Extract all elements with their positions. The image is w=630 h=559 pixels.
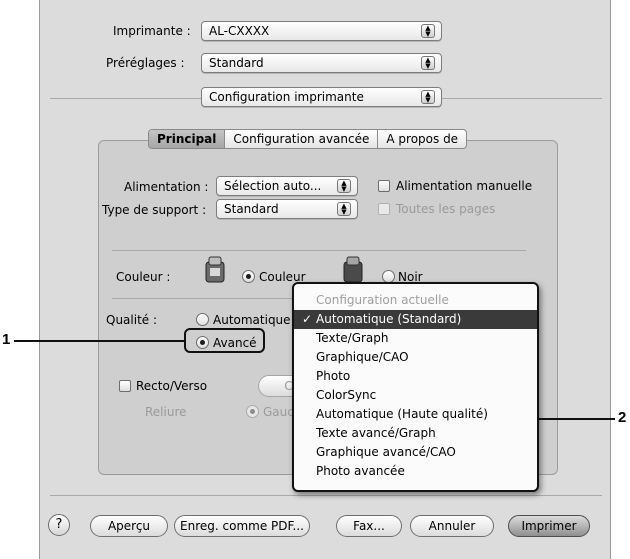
popup-arrows-icon: ▲ ▼	[337, 202, 351, 216]
separator	[50, 495, 602, 496]
all-pages-label: Toutes les pages	[396, 202, 496, 216]
color-cartridge-icon	[205, 256, 225, 283]
tab-about[interactable]: A propos de	[378, 130, 466, 148]
manual-feed-checkbox[interactable]	[378, 180, 390, 192]
all-pages-checkbox[interactable]	[378, 203, 390, 215]
media-popup[interactable]: Standard ▲ ▼	[216, 199, 358, 219]
menu-item-label: Automatique (Haute qualité)	[316, 407, 488, 421]
menu-item-label: Photo avancée	[316, 464, 405, 478]
tab-bar: Principal Configuration avancée A propos…	[148, 129, 468, 149]
menu-item-label: ColorSync	[316, 388, 377, 402]
save-as-pdf-button[interactable]: Enreg. comme PDF...	[174, 515, 310, 537]
menu-item-graphic-cad-advanced[interactable]: Graphique avancé/CAO	[294, 443, 537, 462]
binding-label: Reliure	[145, 405, 187, 419]
preview-button[interactable]: Aperçu	[90, 515, 168, 537]
quality-automatic-radio[interactable]	[196, 313, 209, 326]
menu-item-label: Photo	[316, 369, 351, 383]
color-radio[interactable]	[242, 270, 255, 283]
color-label: Couleur :	[116, 270, 171, 284]
callout-line-1	[14, 340, 184, 342]
feed-popup[interactable]: Sélection auto... ▲ ▼	[216, 176, 358, 196]
tab-advanced-settings[interactable]: Configuration avancée	[225, 130, 379, 148]
quality-label: Qualité :	[106, 313, 158, 327]
callout-line-2	[539, 418, 615, 420]
fax-button[interactable]: Fax...	[336, 515, 402, 537]
menu-item-label: Automatique (Standard)	[316, 312, 462, 326]
media-label: Type de support :	[102, 203, 207, 217]
popup-arrows-icon: ▲ ▼	[421, 24, 435, 38]
pane-value: Configuration imprimante	[209, 90, 364, 104]
feed-label: Alimentation :	[124, 180, 209, 194]
menu-item-photo[interactable]: Photo	[294, 367, 537, 386]
printer-label: Imprimante :	[113, 24, 191, 38]
popup-arrows-icon: ▲ ▼	[337, 179, 351, 193]
separator	[112, 250, 526, 251]
printer-value: AL-CXXXX	[209, 24, 270, 38]
quality-automatic-label: Automatique	[213, 313, 291, 327]
printer-popup[interactable]: AL-CXXXX ▲ ▼	[201, 21, 442, 41]
duplex-checkbox[interactable]	[119, 380, 131, 392]
manual-feed-label: Alimentation manuelle	[396, 179, 533, 193]
menu-item-text-graph[interactable]: Texte/Graph	[294, 329, 537, 348]
media-value: Standard	[224, 202, 279, 216]
cancel-button[interactable]: Annuler	[410, 515, 494, 537]
presets-label: Préréglages :	[106, 56, 185, 70]
menu-item-auto-high-quality[interactable]: Automatique (Haute qualité)	[294, 405, 537, 424]
tab-principal[interactable]: Principal	[149, 130, 226, 148]
popup-arrows-icon: ▲ ▼	[421, 56, 435, 70]
presets-popup[interactable]: Standard ▲ ▼	[201, 53, 442, 73]
checkmark-icon: ✓	[302, 312, 313, 326]
menu-item-label: Graphique/CAO	[316, 350, 409, 364]
duplex-label: Recto/Verso	[136, 379, 208, 393]
menu-item-label: Texte/Graph	[316, 331, 389, 345]
menu-item-graphic-cad[interactable]: Graphique/CAO	[294, 348, 537, 367]
menu-item-label: Texte avancé/Graph	[316, 426, 436, 440]
menu-item-current-config: Configuration actuelle	[294, 291, 537, 310]
menu-item-auto-standard[interactable]: ✓ Automatique (Standard)	[294, 310, 537, 329]
popup-arrows-icon: ▲ ▼	[421, 90, 435, 104]
presets-value: Standard	[209, 56, 264, 70]
quality-menu: Configuration actuelle ✓ Automatique (St…	[292, 282, 539, 492]
pane-popup[interactable]: Configuration imprimante ▲ ▼	[201, 87, 442, 107]
black-cartridge-icon	[343, 256, 363, 283]
menu-item-label: Configuration actuelle	[316, 293, 449, 307]
help-button[interactable]: ?	[48, 514, 70, 536]
menu-item-text-graph-advanced[interactable]: Texte avancé/Graph	[294, 424, 537, 443]
menu-item-photo-advanced[interactable]: Photo avancée	[294, 462, 537, 481]
callout-number-2: 2	[618, 409, 627, 426]
binding-left-radio[interactable]	[246, 405, 259, 418]
callout-number-1: 1	[2, 331, 11, 348]
menu-item-label: Graphique avancé/CAO	[316, 445, 456, 459]
feed-value: Sélection auto...	[224, 179, 322, 193]
print-button[interactable]: Imprimer	[508, 515, 590, 537]
callout-box-advanced	[184, 328, 265, 353]
menu-item-colorsync[interactable]: ColorSync	[294, 386, 537, 405]
